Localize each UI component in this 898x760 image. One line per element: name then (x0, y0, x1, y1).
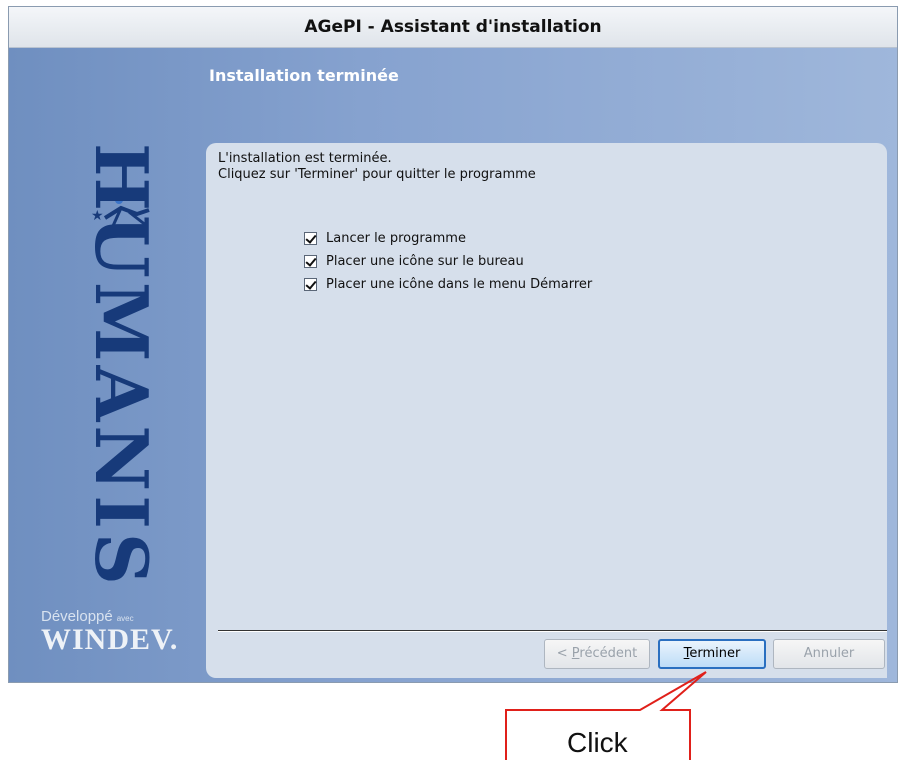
windev-badge: Développé avec WINDEV. (41, 608, 201, 655)
previous-button[interactable]: < Précédent (544, 639, 650, 669)
option-label: Placer une icône dans le menu Démarrer (326, 277, 593, 292)
cancel-button[interactable]: Annuler (773, 639, 885, 669)
option-start-menu-icon[interactable]: Placer une icône dans le menu Démarrer (304, 273, 592, 296)
checkbox-checked-icon[interactable] (304, 255, 317, 268)
options-list: Lancer le programme Placer une icône sur… (304, 227, 592, 296)
step-title: Installation terminée (209, 66, 399, 85)
content-panel: L'installation est terminée. Cliquez sur… (206, 143, 887, 678)
callout-label: Click (567, 727, 628, 758)
completion-message: L'installation est terminée. Cliquez sur… (218, 151, 536, 183)
installer-window: AGePI - Assistant d'installation Install… (8, 6, 898, 683)
wizard-body: Installation terminée ★ HUMANIS Développ… (9, 48, 897, 682)
checkbox-checked-icon[interactable] (304, 278, 317, 291)
checkbox-checked-icon[interactable] (304, 232, 317, 245)
message-line-2: Cliquez sur 'Terminer' pour quitter le p… (218, 167, 536, 182)
title-bar: AGePI - Assistant d'installation (9, 7, 897, 48)
footer-divider (218, 630, 887, 631)
option-launch-program[interactable]: Lancer le programme (304, 227, 592, 250)
window-title: AGePI - Assistant d'installation (304, 17, 602, 37)
message-line-1: L'installation est terminée. (218, 151, 392, 166)
logo-wordmark: HUMANIS (79, 143, 164, 589)
option-label: Lancer le programme (326, 231, 466, 246)
windev-logo-text: WINDEV. (41, 623, 179, 656)
option-desktop-icon[interactable]: Placer une icône sur le bureau (304, 250, 592, 273)
option-label: Placer une icône sur le bureau (326, 254, 524, 269)
finish-button[interactable]: Terminer (658, 639, 766, 669)
brand-side-panel: ★ HUMANIS Développé avec WINDEV. (9, 48, 205, 682)
